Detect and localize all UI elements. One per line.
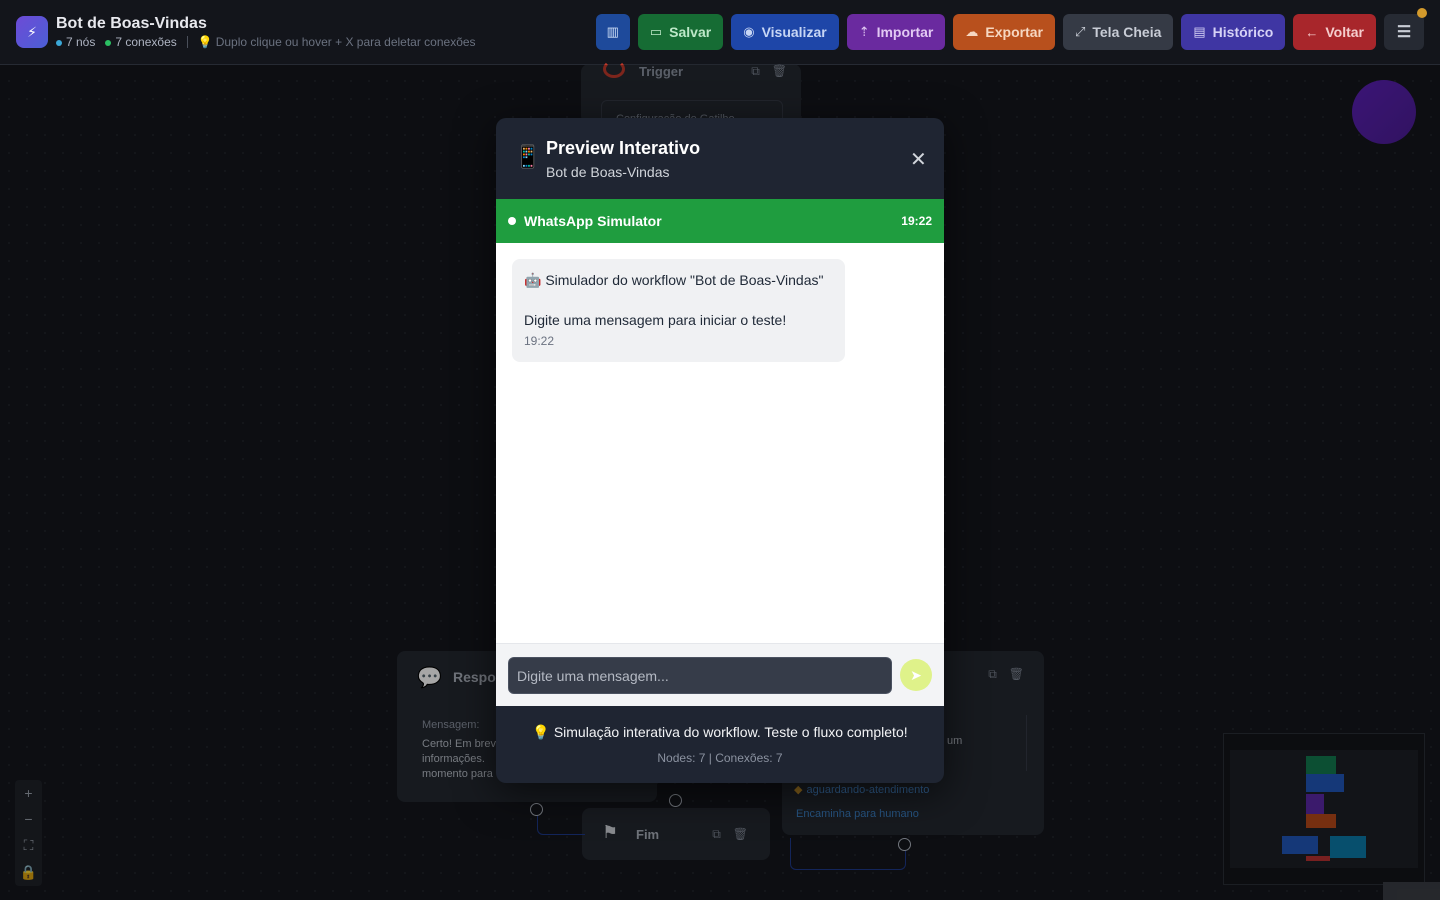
fullscreen-label: Tela Cheia <box>1092 24 1162 40</box>
footer-tip-text: Simulação interativa do workflow. Teste … <box>553 724 908 740</box>
map-button[interactable]: ▥ <box>595 14 630 50</box>
simulator-header: WhatsApp Simulator 19:22 <box>496 199 944 243</box>
simulator-title: WhatsApp Simulator <box>524 213 662 229</box>
delete-hint-text: Duplo clique ou hover + X para deletar c… <box>215 35 476 49</box>
nodes-count: 7 nós <box>56 35 95 49</box>
blue-dot-icon <box>56 40 62 46</box>
chat-area: 🤖 Simulador do workflow "Bot de Boas-Vin… <box>496 243 944 643</box>
view-label: Visualizar <box>761 24 827 40</box>
message-time: 19:22 <box>524 334 555 348</box>
message-composer: ➤ <box>496 643 944 706</box>
connections-count-label: 7 conexões <box>115 35 177 49</box>
save-label: Salvar <box>669 24 712 40</box>
footer-tip: 💡 Simulação interativa do workflow. Teste… <box>496 724 944 741</box>
export-label: Exportar <box>985 24 1043 40</box>
history-label: Histórico <box>1212 24 1274 40</box>
workflow-meta: 7 nós 7 conexões 💡 Duplo clique ou hover … <box>56 35 476 49</box>
simulator-time: 19:22 <box>901 214 932 228</box>
import-label: Importar <box>876 24 934 40</box>
upload-icon: ⇡ <box>858 24 870 39</box>
workflow-info: Bot de Boas-Vindas 7 nós 7 conexões 💡 Dup… <box>56 15 476 49</box>
delete-hint: 💡 Duplo clique ou hover + X para deletar … <box>198 35 476 49</box>
fullscreen-button[interactable]: ⤢ Tela Cheia <box>1062 14 1174 50</box>
arrow-left-icon: ← <box>1305 24 1319 40</box>
close-icon[interactable]: ✕ <box>910 147 927 172</box>
workflow-title: Bot de Boas-Vindas <box>56 15 207 32</box>
history-button[interactable]: ▤ Histórico <box>1181 14 1286 50</box>
notification-badge <box>1417 8 1427 18</box>
modal-title: Preview Interativo <box>546 138 701 158</box>
expand-icon: ⤢ <box>1074 24 1086 39</box>
import-button[interactable]: ⇡ Importar <box>846 14 946 50</box>
divider <box>186 36 188 48</box>
menu-button[interactable]: ☰ <box>1384 8 1427 50</box>
send-button[interactable]: ➤ <box>900 659 932 691</box>
export-button[interactable]: ☁ Exportar <box>953 14 1055 50</box>
back-label: Voltar <box>1325 24 1364 40</box>
toolbar-actions: ▥ ▭ Salvar ◉ Visualizar ⇡ Importar ☁ Exporta… <box>595 8 1427 50</box>
lightbulb-icon: 💡 <box>532 724 550 740</box>
message-input[interactable] <box>508 657 892 694</box>
view-button[interactable]: ◉ Visualizar <box>731 14 839 50</box>
cloud-upload-icon: ☁ <box>965 24 979 39</box>
message-line-1: 🤖 Simulador do workflow "Bot de Boas-Vin… <box>524 272 824 288</box>
hamburger-icon: ☰ <box>1396 24 1412 41</box>
chart-icon: ▤ <box>1193 24 1206 39</box>
back-button[interactable]: ← Voltar <box>1293 14 1376 50</box>
modal-header: 📱 Preview Interativo Bot de Boas-Vindas … <box>496 118 944 199</box>
top-bar: ⚡ Bot de Boas-Vindas 7 nós 7 conexões 💡 D… <box>0 0 1440 65</box>
send-icon: ➤ <box>910 666 922 683</box>
connections-count: 7 conexões <box>105 35 177 49</box>
nodes-count-label: 7 nós <box>66 35 96 49</box>
green-dot-icon <box>105 40 112 46</box>
footer-stats: Nodes: 7 | Conexões: 7 <box>657 751 783 765</box>
lightning-icon: ⚡ <box>16 16 48 48</box>
message-line-2: Digite uma mensagem para iniciar o teste… <box>524 312 787 328</box>
modal-footer: 💡 Simulação interativa do workflow. Teste… <box>496 706 944 783</box>
phone-icon: 📱 <box>514 144 542 169</box>
preview-modal: 📱 Preview Interativo Bot de Boas-Vindas … <box>496 118 944 783</box>
bot-message: 🤖 Simulador do workflow "Bot de Boas-Vin… <box>512 259 845 362</box>
lightbulb-icon: 💡 <box>197 35 213 49</box>
map-icon: ▥ <box>606 24 619 39</box>
save-icon: ▭ <box>649 24 663 39</box>
modal-subtitle: Bot de Boas-Vindas <box>546 164 670 180</box>
online-dot-icon <box>508 217 516 225</box>
save-button[interactable]: ▭ Salvar <box>637 14 724 50</box>
eye-icon: ◉ <box>743 24 755 39</box>
